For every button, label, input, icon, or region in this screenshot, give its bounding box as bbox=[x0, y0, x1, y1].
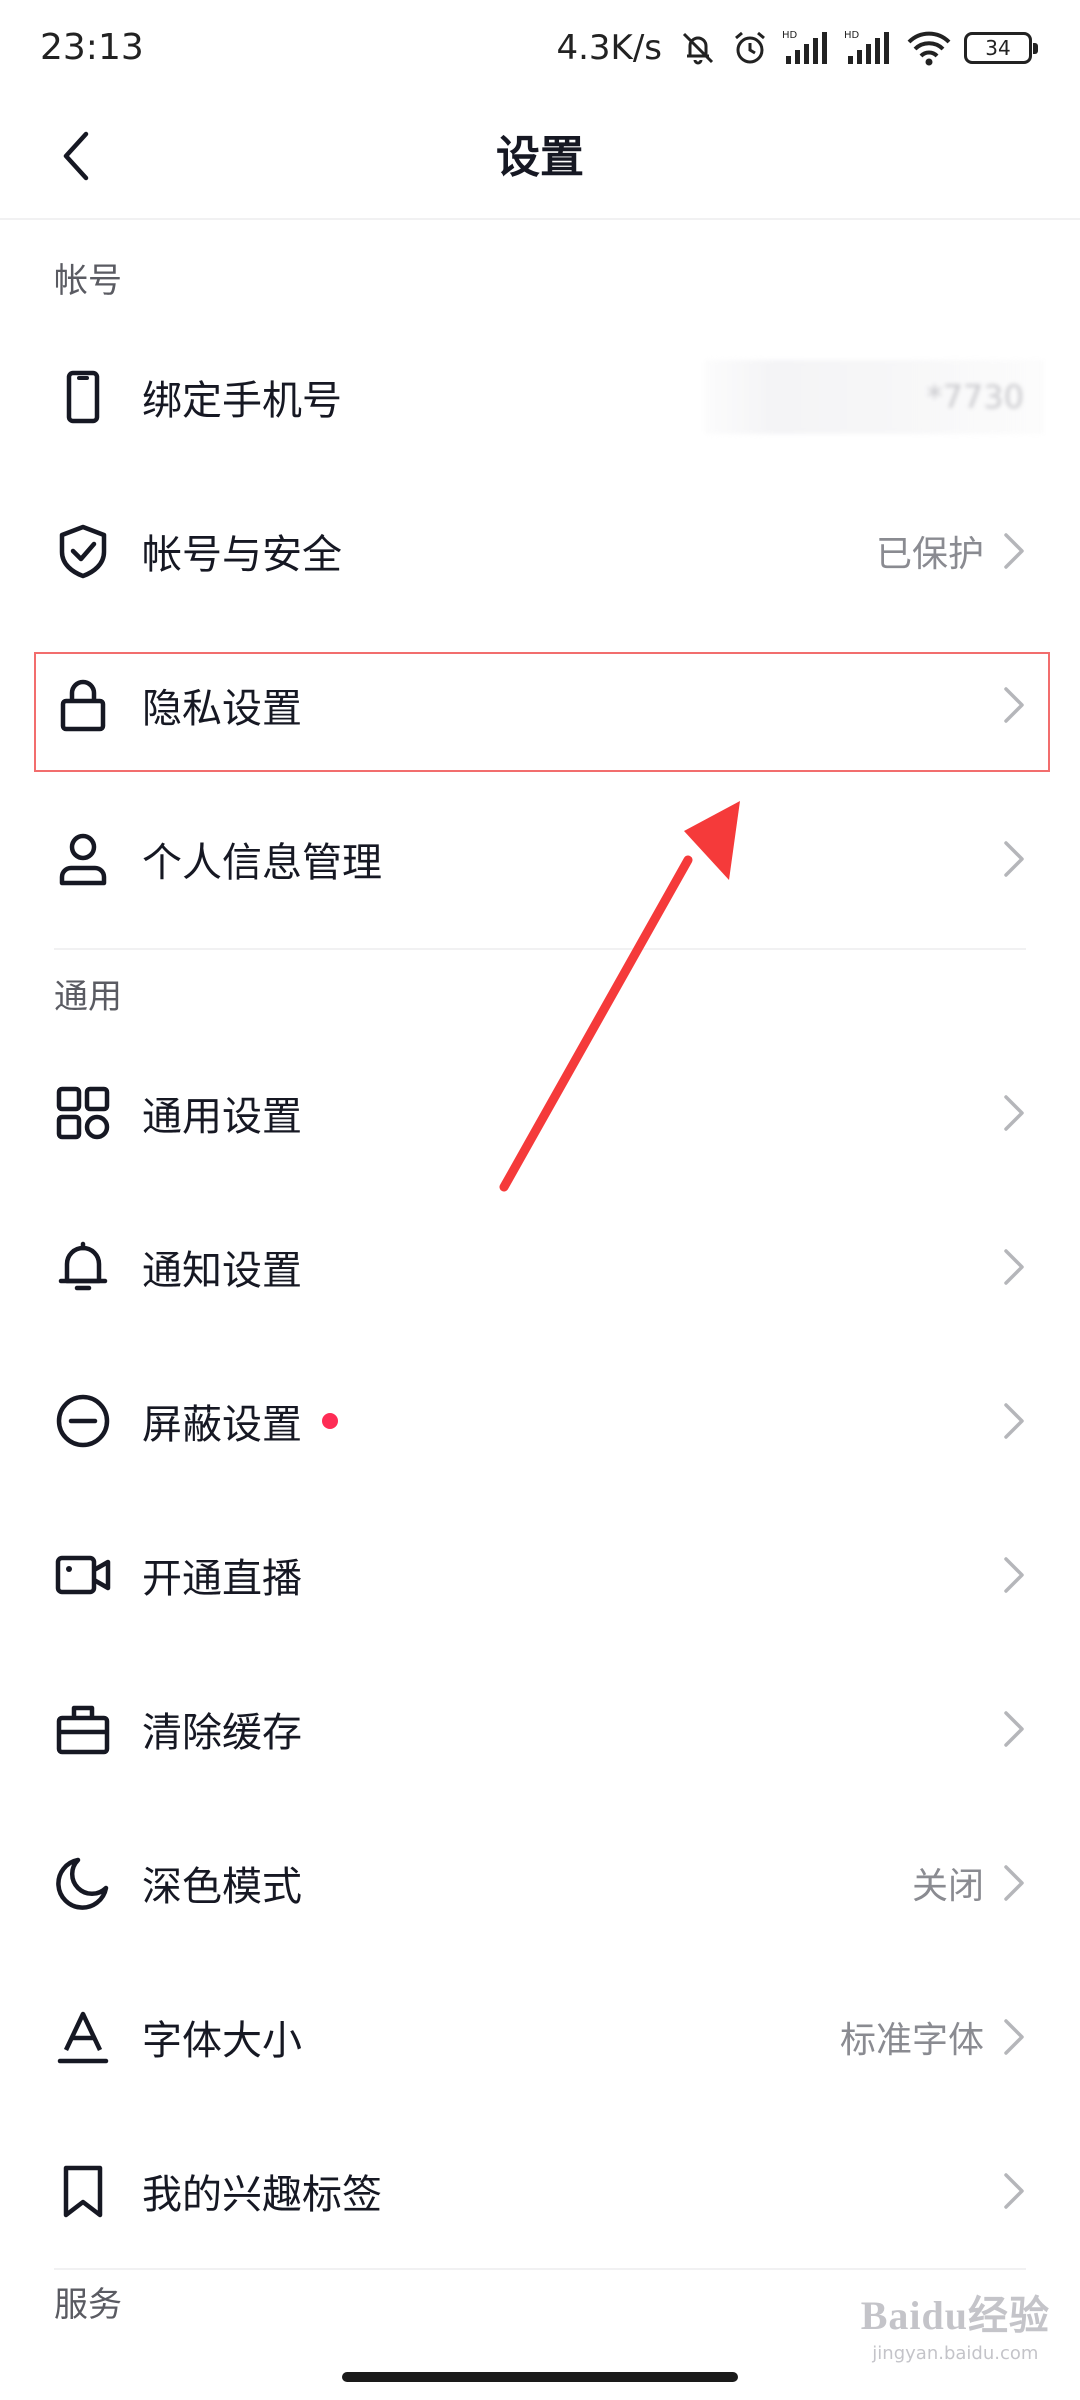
row-value: 关闭 bbox=[911, 1866, 984, 1907]
row-personal-info[interactable]: 个人信息管理 bbox=[0, 782, 1080, 936]
row-notification-settings[interactable]: 通知设置 bbox=[0, 1190, 1080, 1344]
lock-icon bbox=[54, 676, 112, 734]
row-label: 我的兴趣标签 bbox=[142, 2172, 382, 2218]
bookmark-icon bbox=[54, 2162, 112, 2220]
row-general-settings[interactable]: 通用设置 bbox=[0, 1036, 1080, 1190]
row-start-live[interactable]: 开通直播 bbox=[0, 1498, 1080, 1652]
row-interest-tags[interactable]: 我的兴趣标签 bbox=[0, 2114, 1080, 2268]
alarm-icon bbox=[735, 31, 765, 64]
row-label: 清除缓存 bbox=[142, 1710, 302, 1756]
battery-icon: 34 bbox=[964, 32, 1038, 64]
svg-text:HD: HD bbox=[782, 30, 798, 41]
chevron-right-icon bbox=[1004, 687, 1024, 723]
row-label: 隐私设置 bbox=[142, 686, 302, 732]
grid-icon bbox=[54, 1084, 112, 1142]
home-indicator[interactable] bbox=[342, 2372, 738, 2382]
battery-level: 34 bbox=[985, 36, 1011, 60]
row-account-security[interactable]: 帐号与安全 已保护 bbox=[0, 474, 1080, 628]
row-block-settings[interactable]: 屏蔽设置 bbox=[0, 1344, 1080, 1498]
status-bar: 23:13 4.3K/s HD HD 34 bbox=[0, 0, 1080, 96]
row-label: 通知设置 bbox=[142, 1248, 302, 1294]
row-label: 字体大小 bbox=[142, 2018, 302, 2064]
mute-bell-icon bbox=[682, 32, 714, 65]
chevron-right-icon bbox=[1004, 2019, 1024, 2055]
masked-phone-value: *7730 bbox=[704, 360, 1044, 434]
row-value: 标准字体 bbox=[839, 2020, 984, 2061]
chevron-right-icon bbox=[1004, 1403, 1024, 1439]
svg-text:HD: HD bbox=[844, 30, 860, 41]
signal-hd-icon-1: HD bbox=[782, 30, 827, 64]
page-title: 设置 bbox=[496, 132, 584, 183]
chevron-right-icon bbox=[1004, 1865, 1024, 1901]
section-title-account: 帐号 bbox=[54, 261, 122, 301]
row-clear-cache[interactable]: 清除缓存 bbox=[0, 1652, 1080, 1806]
row-label: 深色模式 bbox=[142, 1864, 302, 1910]
row-label: 开通直播 bbox=[142, 1556, 302, 1602]
baidu-watermark: Baidu经验 jingyan.baidu.com bbox=[861, 2283, 1050, 2364]
chevron-right-icon bbox=[1004, 2173, 1024, 2209]
clear-cache-icon bbox=[54, 1700, 112, 1758]
row-label: 通用设置 bbox=[142, 1094, 302, 1140]
chevron-right-icon bbox=[1004, 1711, 1024, 1747]
bell-icon bbox=[54, 1238, 112, 1296]
status-time: 23:13 bbox=[40, 27, 144, 68]
shield-check-icon bbox=[54, 522, 112, 580]
status-icons: 4.3K/s HD HD 34 bbox=[556, 22, 1038, 74]
row-value: 已保护 bbox=[875, 534, 984, 575]
phone-icon bbox=[54, 368, 112, 426]
row-label: 帐号与安全 bbox=[142, 532, 342, 578]
chevron-right-icon bbox=[1004, 1249, 1024, 1285]
moon-icon bbox=[54, 1854, 112, 1912]
row-font-size[interactable]: 字体大小 标准字体 bbox=[0, 1960, 1080, 2114]
settings-screen: 23:13 4.3K/s HD HD 34 设置 帐号 绑定手机号 *7730 … bbox=[0, 0, 1080, 2400]
net-speed: 4.3K/s bbox=[556, 28, 662, 68]
minus-circle-icon bbox=[54, 1392, 112, 1450]
signal-hd-icon-2: HD bbox=[844, 30, 889, 64]
chevron-right-icon bbox=[1004, 1095, 1024, 1131]
watermark-main: Baidu经验 bbox=[860, 2293, 1050, 2338]
chevron-right-icon bbox=[1004, 841, 1024, 877]
section-title-general: 通用 bbox=[54, 977, 122, 1017]
settings-list: 帐号 绑定手机号 *7730 帐号与安全 已保护 隐私设置 个人信息管理 通用 … bbox=[0, 220, 1080, 2326]
row-label-text: 屏蔽设置 bbox=[142, 1402, 302, 1448]
red-dot-badge bbox=[322, 1413, 338, 1429]
row-label: 屏蔽设置 bbox=[142, 1392, 338, 1450]
chevron-right-icon bbox=[1004, 1557, 1024, 1593]
video-camera-icon bbox=[54, 1546, 112, 1604]
row-bind-phone[interactable]: 绑定手机号 *7730 bbox=[0, 320, 1080, 474]
chevron-right-icon bbox=[1004, 533, 1024, 569]
font-size-icon bbox=[54, 2008, 112, 2066]
wifi-icon bbox=[907, 31, 951, 66]
row-label: 绑定手机号 bbox=[142, 378, 342, 424]
person-icon bbox=[54, 830, 112, 888]
watermark-sub: jingyan.baidu.com bbox=[872, 2343, 1039, 2364]
row-privacy-settings[interactable]: 隐私设置 bbox=[0, 628, 1080, 782]
nav-header: 设置 bbox=[0, 96, 1080, 220]
row-dark-mode[interactable]: 深色模式 关闭 bbox=[0, 1806, 1080, 1960]
row-label: 个人信息管理 bbox=[142, 840, 382, 886]
